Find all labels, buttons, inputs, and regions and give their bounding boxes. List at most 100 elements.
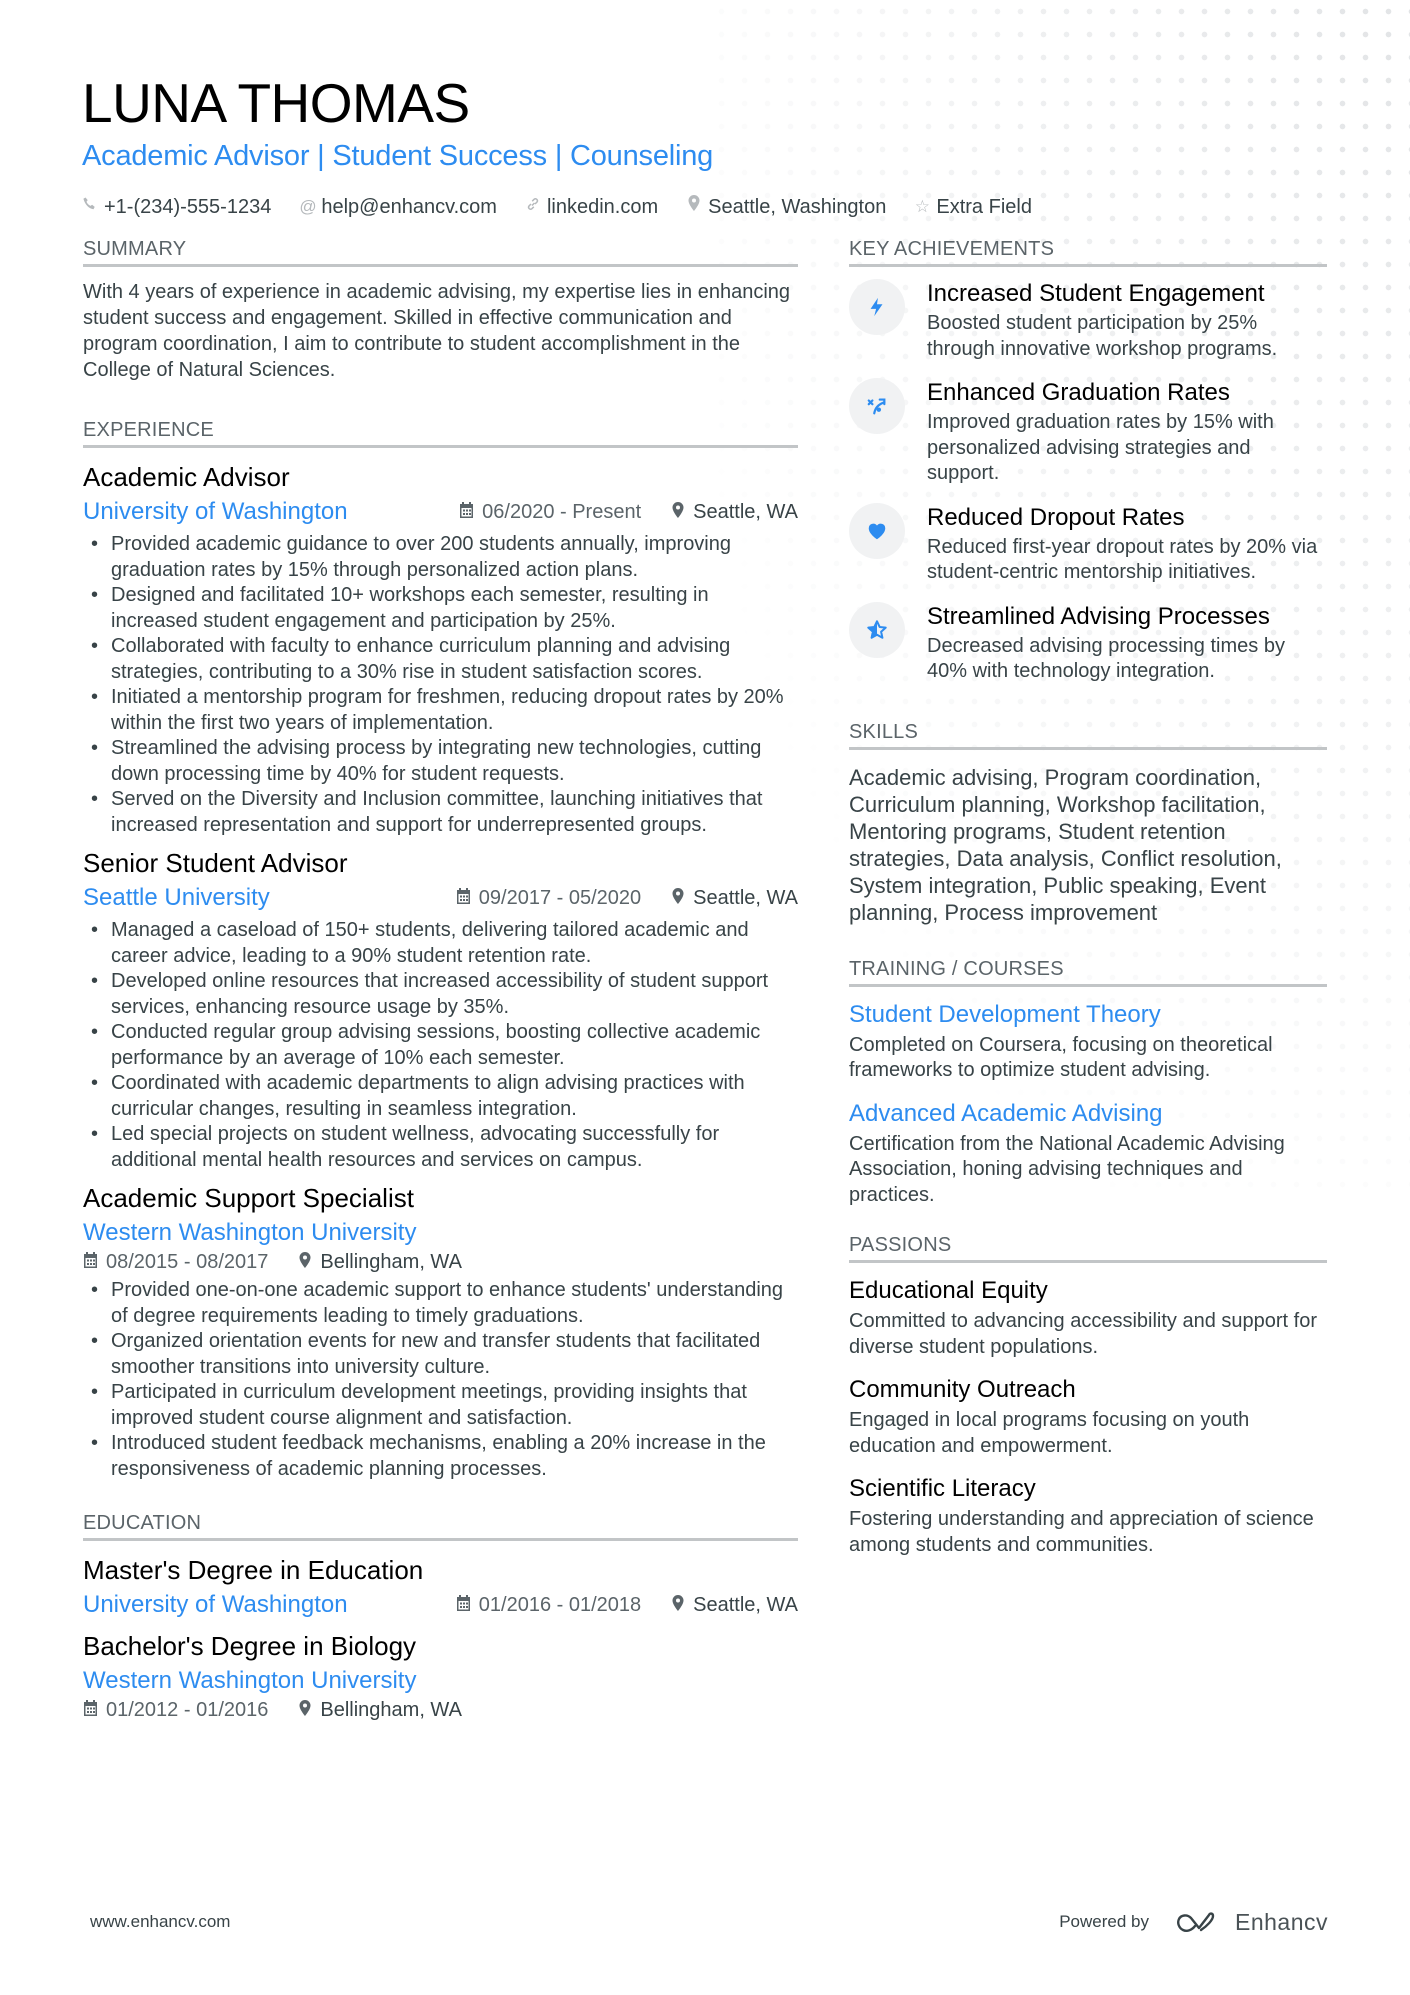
achievement-title: Reduced Dropout Rates [927,503,1185,531]
job-location: Seattle, WA [671,887,798,910]
education-dates-text: 01/2012 - 01/2016 [106,1699,269,1721]
achievement-title: Increased Student Engagement [927,280,1265,307]
bullet-item: Provided one-on-one academic support to … [83,1278,798,1329]
job-meta: 06/2020 - Present Seattle, WA [459,501,798,524]
bullet-item: Served on the Diversity and Inclusion co… [83,787,798,838]
calendar-icon [83,1700,98,1721]
course-title: Student Development Theory [849,1000,1161,1028]
calendar-icon [456,887,471,909]
achievement-item: Increased Student Engagement Boosted stu… [849,279,1327,362]
calendar-icon [456,1594,471,1616]
brand-name: Enhancv [1234,1908,1328,1935]
passion-description: Engaged in local programs focusing on yo… [849,1409,1250,1457]
passion-item: Community Outreach Engaged in local prog… [849,1374,1327,1459]
passion-title: Educational Equity [849,1277,1048,1304]
skills-section: SKILLS Academic advising, Program coordi… [849,719,1327,926]
page-footer: www.enhancv.com Powered by Enhancv [90,1902,1328,1942]
training-section: TRAINING / COURSES Student Development T… [849,956,1327,1209]
location-pin-icon [671,1594,685,1617]
bullet-item: Developed online resources that increase… [83,969,798,1020]
contact-location: Seattle, Washington [686,194,886,219]
job-location: Seattle, WA [671,501,798,524]
education-location: Bellingham, WA [298,1699,462,1722]
education-location-text: Seattle, WA [693,1593,798,1616]
job-title: Senior Student Advisor [83,848,348,878]
summary-section: SUMMARY With 4 years of experience in ac… [83,236,798,383]
company-name: Western Washington University [83,1219,417,1246]
job-location: Bellingham, WA [298,1251,462,1274]
job-location-text: Bellingham, WA [320,1251,462,1273]
experience-item: Academic Support Specialist Western Wash… [83,1181,798,1482]
job-meta: 08/2015 - 08/2017 Bellingham, WA [83,1251,798,1274]
location-text: Seattle, Washington [708,195,887,218]
calendar-icon [459,501,474,523]
powered-by-label: Powered by [1059,1912,1149,1931]
location-pin-icon [671,501,685,524]
linkedin-text: linkedin.com [546,195,659,218]
job-dates-text: 09/2017 - 05/2020 [478,886,642,909]
phone-icon [82,195,98,219]
job-bullets: Managed a caseload of 150+ students, del… [83,918,798,1173]
bullet-item: Designed and facilitated 10+ workshops e… [83,583,798,634]
passion-description: Committed to advancing accessibility and… [849,1310,1318,1358]
bullet-item: Organized orientation events for new and… [83,1329,798,1380]
star-icon: ☆ [914,196,930,216]
bullet-item: Participated in curriculum development m… [83,1380,798,1431]
at-icon: @ [299,196,317,216]
summary-text: With 4 years of experience in academic a… [83,281,791,381]
education-location-text: Bellingham, WA [320,1699,462,1721]
passion-description: Fostering understanding and appreciation… [849,1508,1314,1556]
candidate-title: Academic Advisor | Student Success | Cou… [82,140,714,172]
job-dates: 08/2015 - 08/2017 [83,1251,268,1274]
passions-section: PASSIONS Educational Equity Committed to… [849,1232,1327,1558]
right-column: KEY ACHIEVEMENTS Increased Student Engag… [849,236,1327,1584]
achievement-description: Reduced first-year dropout rates by 20% … [927,535,1318,584]
left-column: SUMMARY With 4 years of experience in ac… [83,236,798,1748]
bullet-item: Coordinated with academic departments to… [83,1071,798,1122]
achievement-title: Streamlined Advising Processes [927,602,1270,630]
bullet-item: Streamlined the advising process by inte… [83,736,798,787]
achievement-description: Improved graduation rates by 15% with pe… [927,411,1274,484]
strategy-arrow-icon [849,378,905,434]
degree-title: Master's Degree in Education [83,1555,424,1585]
contact-extra-field: ☆ Extra Field [914,195,1032,219]
extra-field-text: Extra Field [936,195,1032,218]
job-title: Academic Advisor [83,462,290,492]
enhancv-logo[interactable]: Enhancv [1175,1909,1328,1936]
skills-list: Academic advising, Program coordination,… [849,764,1282,925]
contact-linkedin[interactable]: linkedin.com [525,195,658,219]
company-name: University of Washington [83,498,348,525]
achievements-heading: KEY ACHIEVEMENTS [849,236,1327,267]
bullet-item: Led special projects on student wellness… [83,1122,798,1173]
candidate-name: LUNA THOMAS [82,72,470,134]
passion-title: Community Outreach [849,1376,1076,1403]
education-dates: 01/2016 - 01/2018 [456,1594,641,1617]
achievement-item: Streamlined Advising Processes Decreased… [849,601,1327,685]
bullet-item: Conducted regular group advising session… [83,1020,798,1071]
job-dates-text: 06/2020 - Present [482,500,642,523]
passion-item: Scientific Literacy Fostering understand… [849,1473,1327,1558]
experience-item: Senior Student Advisor Seattle Universit… [83,846,798,1173]
job-dates-text: 08/2015 - 08/2017 [106,1251,269,1273]
contact-email[interactable]: @ help@enhancv.com [299,195,497,219]
location-pin-icon [671,887,685,910]
contact-phone[interactable]: +1-(234)-555-1234 [82,195,271,219]
passions-heading: PASSIONS [849,1232,1327,1263]
bullet-item: Managed a caseload of 150+ students, del… [83,918,798,969]
job-meta: 09/2017 - 05/2020 Seattle, WA [456,887,798,910]
achievement-item: Reduced Dropout Rates Reduced first-year… [849,502,1327,586]
school-name: Western Washington University [83,1667,417,1694]
website-link[interactable]: www.enhancv.com [90,1912,230,1932]
passion-title: Scientific Literacy [849,1475,1036,1502]
half-star-icon [849,601,905,658]
degree-title: Bachelor's Degree in Biology [83,1631,417,1661]
job-bullets: Provided academic guidance to over 200 s… [83,532,798,838]
training-heading: TRAINING / COURSES [849,956,1327,987]
job-bullets: Provided one-on-one academic support to … [83,1278,798,1482]
location-pin-icon [298,1251,312,1274]
location-pin-icon [686,194,702,219]
education-item: Bachelor's Degree in Biology Western Was… [83,1629,798,1722]
resume-header: LUNA THOMAS Academic Advisor | Student S… [82,72,1332,219]
education-dates: 01/2012 - 01/2016 [83,1699,268,1722]
achievement-item: Enhanced Graduation Rates Improved gradu… [849,378,1327,487]
